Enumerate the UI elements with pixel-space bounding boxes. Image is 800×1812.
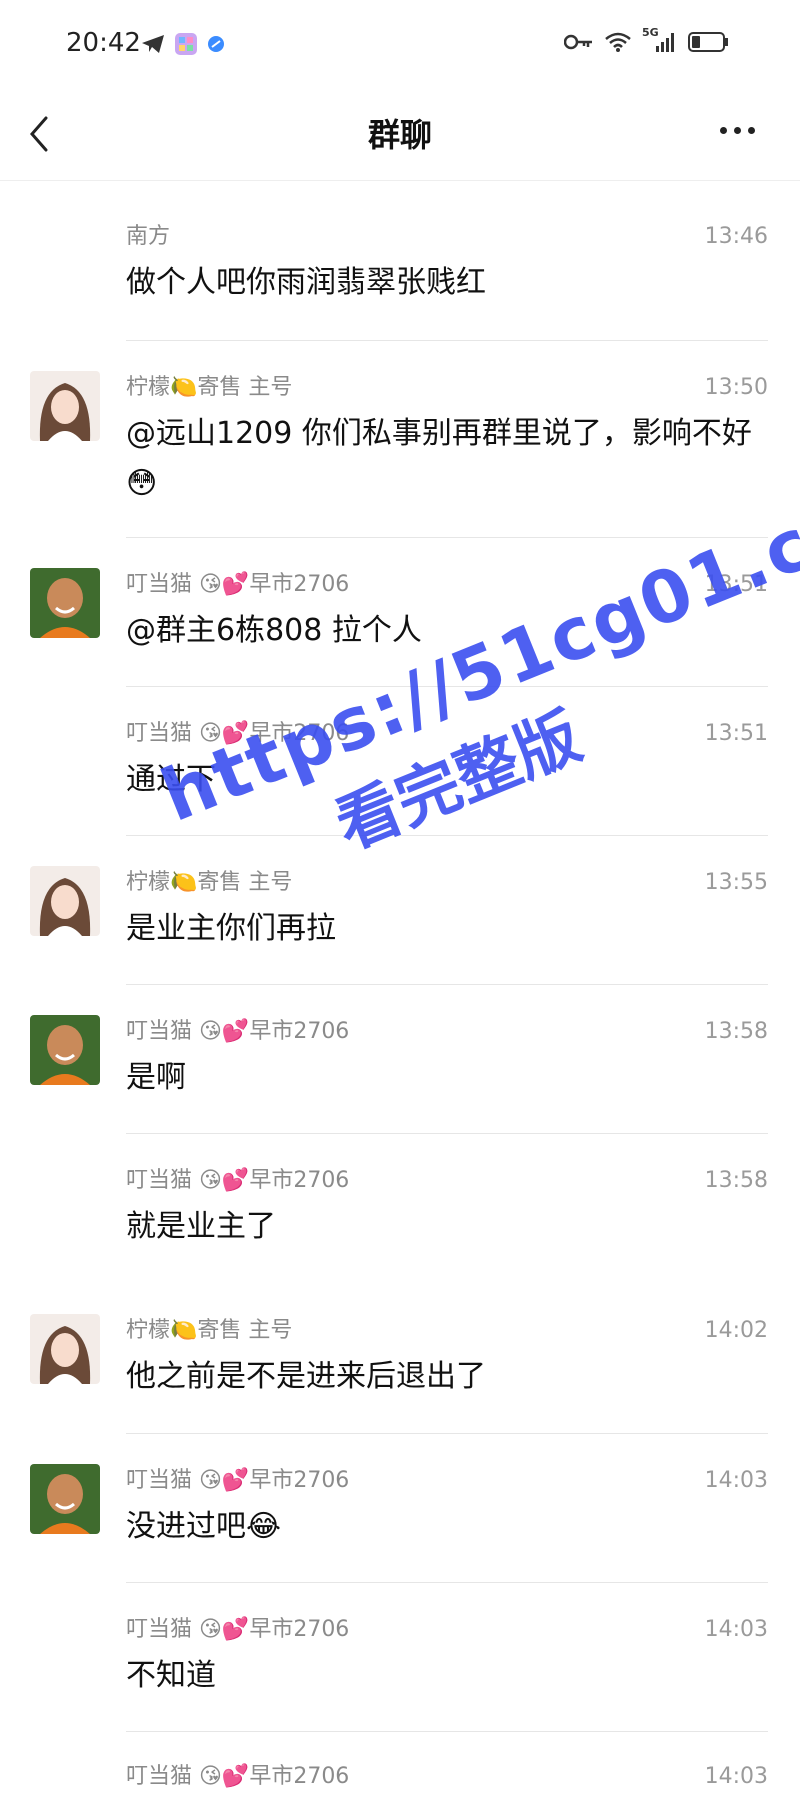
avatar[interactable] (30, 568, 100, 638)
child-avatar-icon (30, 568, 100, 638)
more-dot-icon (748, 126, 755, 134)
message-item[interactable]: 叮当猫 😘💕早市2706 就是业主了 13:58 (0, 1134, 800, 1284)
avatar[interactable] (30, 371, 100, 441)
message-time: 14:03 (704, 1617, 768, 1642)
message-text: 是业主你们再拉 (126, 911, 336, 946)
message-item[interactable]: 柠檬🍋寄售 主号 @远山1209 你们私事别再群里说了，影响不好😳 13:50 (0, 341, 800, 537)
avatar[interactable] (30, 866, 100, 936)
message-time: 13:58 (704, 1019, 768, 1044)
more-dot-icon (720, 126, 727, 134)
message-text: 是啊 (126, 1060, 186, 1095)
telegram-icon (142, 35, 164, 53)
child-avatar-icon (30, 1015, 100, 1085)
battery-icon (688, 32, 728, 52)
sender-name: 叮当猫 😘💕早市2706 (126, 1468, 350, 1493)
message-list: 南方 做个人吧你雨润翡翠张贱红 13:46 柠檬🍋寄售 主号 @远山1209 你… (0, 190, 800, 1812)
avatar[interactable] (30, 1314, 100, 1384)
more-button[interactable] (720, 120, 764, 140)
message-item[interactable]: 叮当猫 😘💕早市2706 14:03 (0, 1732, 800, 1812)
message-time: 13:46 (704, 224, 768, 249)
browser-icon (208, 36, 224, 52)
message-text: 他之前是不是进来后退出了 (126, 1359, 486, 1394)
message-time: 14:02 (704, 1318, 768, 1343)
message-time: 14:03 (704, 1764, 768, 1789)
more-dot-icon (734, 126, 741, 134)
sender-name: 叮当猫 😘💕早市2706 (126, 1764, 350, 1789)
status-system-icons: 5G (564, 26, 730, 54)
message-text: 不知道 (126, 1658, 216, 1693)
status-bar: 20:42 5G (0, 0, 800, 90)
woman-avatar-icon (30, 1314, 100, 1384)
message-item[interactable]: 叮当猫 😘💕早市2706 是啊 13:58 (0, 985, 800, 1133)
sender-name: 柠檬🍋寄售 主号 (126, 375, 293, 400)
sender-name: 南方 (126, 224, 171, 249)
app-icon (175, 33, 197, 55)
message-time: 13:51 (704, 721, 768, 746)
sender-name: 叮当猫 😘💕早市2706 (126, 721, 350, 746)
message-text: @群主6栋808 拉个人 (126, 613, 422, 648)
avatar[interactable] (30, 1464, 100, 1534)
message-item[interactable]: 叮当猫 😘💕早市2706 通过下 13:51 (0, 687, 800, 835)
message-time: 13:58 (704, 1168, 768, 1193)
page-title: 群聊 (367, 116, 432, 154)
message-text: @远山1209 你们私事别再群里说了，影响不好😳 (126, 416, 752, 501)
message-item[interactable]: 柠檬🍋寄售 主号 他之前是不是进来后退出了 14:02 (0, 1284, 800, 1433)
avatar[interactable] (30, 1015, 100, 1085)
status-time: 20:42 (66, 28, 141, 58)
message-item[interactable]: 南方 做个人吧你雨润翡翠张贱红 13:46 (0, 190, 800, 340)
message-item[interactable]: 叮当猫 😘💕早市2706 @群主6栋808 拉个人 13:51 (0, 538, 800, 686)
child-avatar-icon (30, 1464, 100, 1534)
sender-name: 叮当猫 😘💕早市2706 (126, 1617, 350, 1642)
message-time: 13:55 (704, 870, 768, 895)
sender-name: 柠檬🍋寄售 主号 (126, 870, 293, 895)
woman-avatar-icon (30, 866, 100, 936)
message-time: 13:50 (704, 375, 768, 400)
message-time: 14:03 (704, 1468, 768, 1493)
status-notification-icons (140, 32, 226, 56)
signal-icon: 5G (642, 26, 678, 54)
message-text: 就是业主了 (126, 1209, 276, 1244)
chat-header: 群聊 (0, 90, 800, 181)
sender-name: 柠檬🍋寄售 主号 (126, 1318, 293, 1343)
wifi-icon (605, 32, 631, 52)
key-icon (564, 34, 592, 50)
message-text: 做个人吧你雨润翡翠张贱红 (126, 265, 486, 300)
message-time: 13:51 (704, 572, 768, 597)
sender-name: 叮当猫 😘💕早市2706 (126, 1019, 350, 1044)
message-item[interactable]: 叮当猫 😘💕早市2706 没进过吧😂 14:03 (0, 1434, 800, 1582)
sender-name: 叮当猫 😘💕早市2706 (126, 572, 350, 597)
message-text: 没进过吧😂 (126, 1509, 282, 1544)
sender-name: 叮当猫 😘💕早市2706 (126, 1168, 350, 1193)
woman-avatar-icon (30, 371, 100, 441)
message-item[interactable]: 叮当猫 😘💕早市2706 不知道 14:03 (0, 1583, 800, 1731)
message-item[interactable]: 柠檬🍋寄售 主号 是业主你们再拉 13:55 (0, 836, 800, 984)
message-text: 通过下 (126, 762, 216, 797)
